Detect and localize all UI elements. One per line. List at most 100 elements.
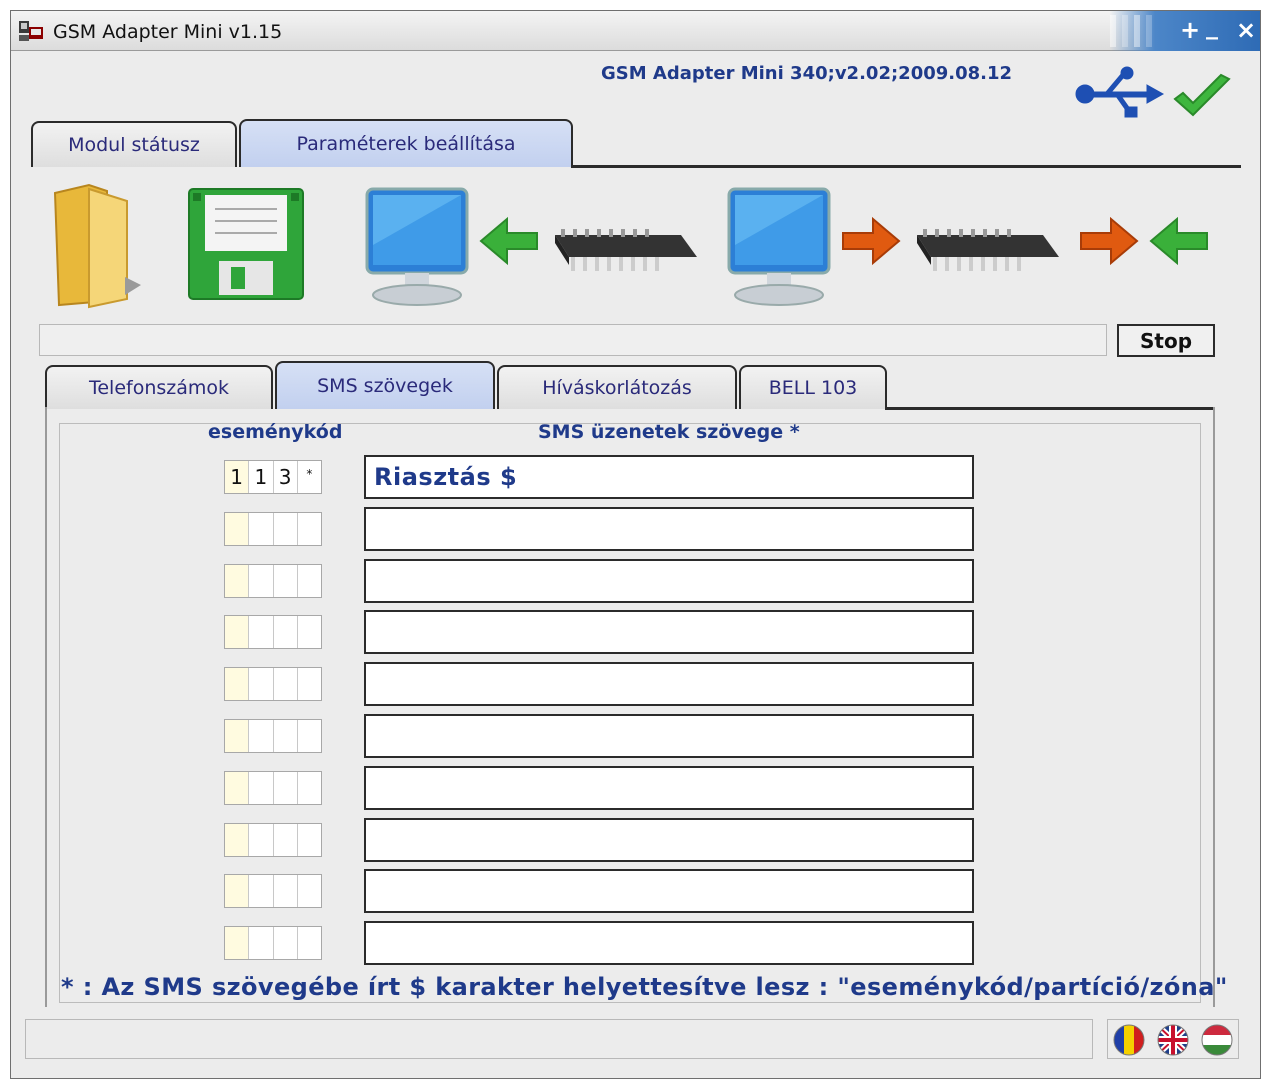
open-folder-button[interactable]: [49, 181, 149, 313]
event-code-digit[interactable]: [225, 927, 250, 959]
tab-label: Telefonszámok: [88, 377, 230, 399]
sms-text-field[interactable]: [364, 610, 974, 654]
event-code-input[interactable]: [224, 823, 322, 857]
event-code-digit[interactable]: 1: [249, 461, 274, 493]
event-code-digit[interactable]: [249, 824, 274, 856]
event-code-digit[interactable]: 1: [225, 461, 250, 493]
event-code-digit[interactable]: [274, 513, 298, 545]
event-code-input[interactable]: [224, 615, 322, 649]
event-code-digit[interactable]: [249, 616, 274, 648]
window-controls: + _ ×: [1110, 11, 1260, 51]
event-code-digit[interactable]: [298, 824, 321, 856]
event-code-digit[interactable]: [298, 927, 321, 959]
column-header-text: SMS üzenetek szövege *: [538, 421, 800, 443]
maximize-button[interactable]: +: [1180, 17, 1200, 43]
event-code-digit[interactable]: [225, 875, 250, 907]
event-code-digit[interactable]: [298, 720, 321, 752]
event-code-digit[interactable]: [249, 875, 274, 907]
event-code-input[interactable]: 1 1 3 *: [224, 460, 322, 494]
event-code-digit[interactable]: [225, 565, 250, 597]
event-code-input[interactable]: [224, 667, 322, 701]
event-code-input[interactable]: [224, 771, 322, 805]
read-from-module-icon: [365, 187, 697, 306]
tab-hivaskorlatozas[interactable]: Híváskorlátozás: [497, 365, 737, 409]
language-selector: [1107, 1019, 1239, 1059]
folder-icon: [53, 183, 141, 309]
event-code-digit[interactable]: [274, 927, 298, 959]
event-code-digit[interactable]: [225, 668, 250, 700]
main-tab-divider: [571, 165, 1241, 168]
tab-label: Paraméterek beállítása: [296, 133, 516, 155]
save-button[interactable]: [187, 187, 305, 305]
event-code-digit[interactable]: [249, 772, 274, 804]
footnote: * : Az SMS szövegébe írt $ karakter hely…: [61, 973, 1228, 1001]
event-code-input[interactable]: [224, 512, 322, 546]
event-code-digit[interactable]: [225, 824, 250, 856]
sms-text-field[interactable]: [364, 507, 974, 551]
tab-parameterek[interactable]: Paraméterek beállítása: [239, 119, 573, 167]
tab-label: SMS szövegek: [317, 375, 453, 397]
event-code-input[interactable]: [224, 874, 322, 908]
event-code-digit[interactable]: [274, 875, 298, 907]
app-window: GSM Adapter Mini v1.15 + _ × GSM Adapter…: [10, 10, 1261, 1079]
column-header-code: eseménykód: [208, 421, 343, 443]
event-code-digit[interactable]: [298, 875, 321, 907]
tab-label: Modul státusz: [68, 134, 200, 156]
event-code-digit[interactable]: [249, 668, 274, 700]
tab-label: BELL 103: [768, 377, 858, 399]
sms-text-field[interactable]: [364, 766, 974, 810]
sms-text-field[interactable]: [364, 818, 974, 862]
event-code-digit[interactable]: [298, 668, 321, 700]
event-code-digit[interactable]: [298, 513, 321, 545]
event-code-digit[interactable]: [225, 513, 250, 545]
device-info: GSM Adapter Mini 340;v2.02;2009.08.12: [601, 63, 1013, 84]
event-code-digit[interactable]: [298, 616, 321, 648]
window-title: GSM Adapter Mini v1.15: [53, 21, 283, 43]
event-code-input[interactable]: [224, 564, 322, 598]
event-code-digit[interactable]: [274, 616, 298, 648]
event-code-input[interactable]: [224, 926, 322, 960]
title-bar[interactable]: GSM Adapter Mini v1.15 + _ ×: [11, 11, 1260, 51]
english-flag-icon[interactable]: [1156, 1024, 1190, 1060]
tab-sms-szovegek[interactable]: SMS szövegek: [275, 361, 495, 409]
event-code-digit[interactable]: [274, 668, 298, 700]
event-code-digit[interactable]: [249, 565, 274, 597]
save-icon: [188, 188, 304, 300]
read-from-module-button[interactable]: [361, 185, 711, 313]
event-code-digit[interactable]: [298, 772, 321, 804]
event-code-digit[interactable]: [225, 720, 250, 752]
tab-telefonszamok[interactable]: Telefonszámok: [45, 365, 273, 409]
sms-text-field[interactable]: Riasztás $: [364, 455, 974, 499]
write-to-module-icon: [727, 187, 1059, 306]
event-code-digit[interactable]: [225, 772, 250, 804]
event-code-digit[interactable]: 3: [274, 461, 298, 493]
event-code-digit[interactable]: [274, 565, 298, 597]
event-code-digit[interactable]: [274, 772, 298, 804]
write-to-module-button[interactable]: [723, 185, 1073, 313]
event-code-input[interactable]: [224, 719, 322, 753]
sync-button[interactable]: [1079, 216, 1213, 271]
event-code-digit[interactable]: [274, 824, 298, 856]
event-code-digit[interactable]: *: [298, 461, 321, 493]
hungarian-flag-icon[interactable]: [1200, 1024, 1234, 1060]
tab-modul-statusz[interactable]: Modul státusz: [31, 121, 237, 167]
event-code-digit[interactable]: [249, 513, 274, 545]
event-code-digit[interactable]: [249, 927, 274, 959]
connected-check-icon: [1171, 73, 1233, 125]
event-code-digit[interactable]: [225, 616, 250, 648]
stop-button[interactable]: Stop: [1117, 324, 1215, 357]
sms-text-field[interactable]: [364, 714, 974, 758]
close-button[interactable]: ×: [1236, 17, 1256, 43]
minimize-button[interactable]: _: [1206, 13, 1218, 39]
event-code-digit[interactable]: [274, 720, 298, 752]
romanian-flag-icon[interactable]: [1112, 1024, 1146, 1060]
sms-text-field[interactable]: [364, 662, 974, 706]
sms-text-field[interactable]: [364, 921, 974, 965]
tab-bell-103[interactable]: BELL 103: [739, 365, 887, 409]
event-code-digit[interactable]: [249, 720, 274, 752]
tab-label: Híváskorlátozás: [542, 377, 692, 399]
event-code-digit[interactable]: [298, 565, 321, 597]
progress-bar: [39, 324, 1107, 356]
sms-text-field[interactable]: [364, 559, 974, 603]
sms-text-field[interactable]: [364, 869, 974, 913]
